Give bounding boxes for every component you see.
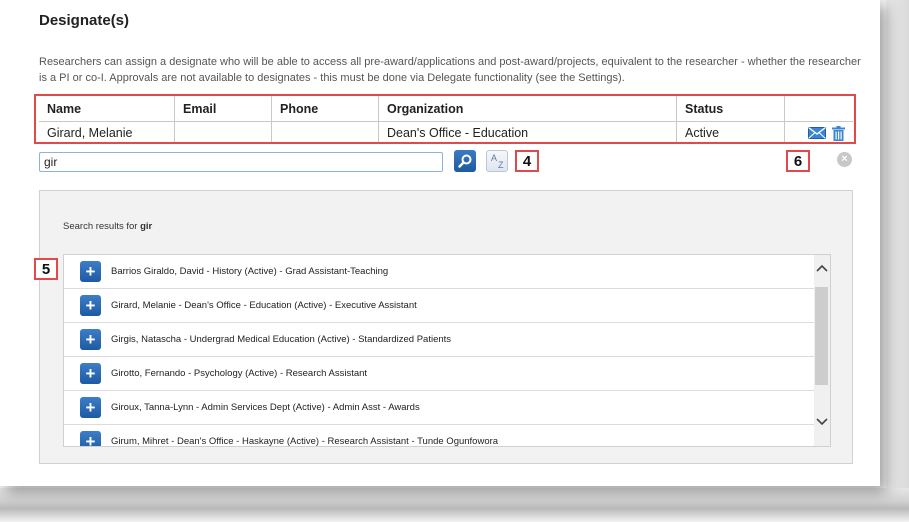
callout-5: 5 [34,258,58,280]
list-item: + Girum, Mihret - Dean's Office - Haskay… [64,425,814,447]
section-title: Designate(s) [39,12,130,29]
list-item: + Barrios Giraldo, David - History (Acti… [64,255,814,289]
search-input[interactable] [39,152,443,172]
scrollbar-thumb[interactable] [815,287,828,385]
designate-email [174,121,272,144]
plus-icon[interactable]: + [80,261,101,282]
results-list[interactable]: + Barrios Giraldo, David - History (Acti… [63,254,831,447]
frame-shadow-right [886,0,909,522]
list-item-label: Girgis, Natascha - Undergrad Medical Edu… [111,334,452,345]
list-item-label: Barrios Giraldo, David - History (Active… [111,266,389,277]
results-heading: Search results for gir [63,221,152,232]
list-item: + Girotto, Fernando - Psychology (Active… [64,357,814,391]
list-item: + Giroux, Tanna-Lynn - Admin Services De… [64,391,814,425]
sort-az-icon-a: A [491,153,498,163]
search-icon [458,154,472,168]
col-phone-header: Phone [271,96,379,122]
section-description: Researchers can assign a designate who w… [39,56,861,84]
list-item-label: Giroux, Tanna-Lynn - Admin Services Dept… [111,402,420,413]
frame-shadow-bottom [0,488,909,522]
list-item: + Girgis, Natascha - Undergrad Medical E… [64,323,814,357]
plus-icon[interactable]: + [80,295,101,316]
callout-6: 6 [786,150,810,172]
designates-table: Name Email Phone Organization Status Gir… [39,96,853,144]
list-item-label: Girum, Mihret - Dean's Office - Haskayne… [111,436,499,447]
plus-icon[interactable]: + [80,397,101,418]
results-heading-prefix: Search results for [63,221,141,232]
row-actions [785,122,854,145]
list-item-label: Girard, Melanie - Dean's Office - Educat… [111,300,417,311]
plus-icon[interactable]: + [80,329,101,350]
designate-phone [271,121,379,144]
results-heading-term: gir [140,221,153,232]
col-email-header: Email [174,96,272,122]
table-header-row: Name Email Phone Organization Status [39,96,853,122]
table-row: Girard, Melanie Dean's Office - Educatio… [39,121,854,145]
plus-icon[interactable]: + [80,431,101,446]
col-actions-header [784,96,853,122]
list-item: + Girard, Melanie - Dean's Office - Educ… [64,289,814,323]
col-organization-header: Organization [378,96,677,122]
search-button[interactable] [454,150,476,172]
plus-icon[interactable]: + [80,363,101,384]
chevron-up-icon[interactable] [814,261,830,277]
trash-icon[interactable] [832,125,845,141]
col-name-header: Name [39,96,175,122]
close-circle-icon[interactable]: × [837,152,852,167]
designate-status: Active [676,121,785,144]
designate-organization: Dean's Office - Education [378,121,677,144]
designate-name: Girard, Melanie [39,121,175,144]
results-scrollbar[interactable] [814,255,830,446]
chevron-down-icon[interactable] [814,415,830,431]
col-status-header: Status [676,96,785,122]
list-item-label: Girotto, Fernando - Psychology (Active) … [111,368,368,379]
sort-az-icon-z: Z [498,160,504,170]
mail-icon[interactable] [808,127,826,139]
callout-4: 4 [515,150,539,172]
sort-az-button[interactable]: A Z [486,150,508,172]
